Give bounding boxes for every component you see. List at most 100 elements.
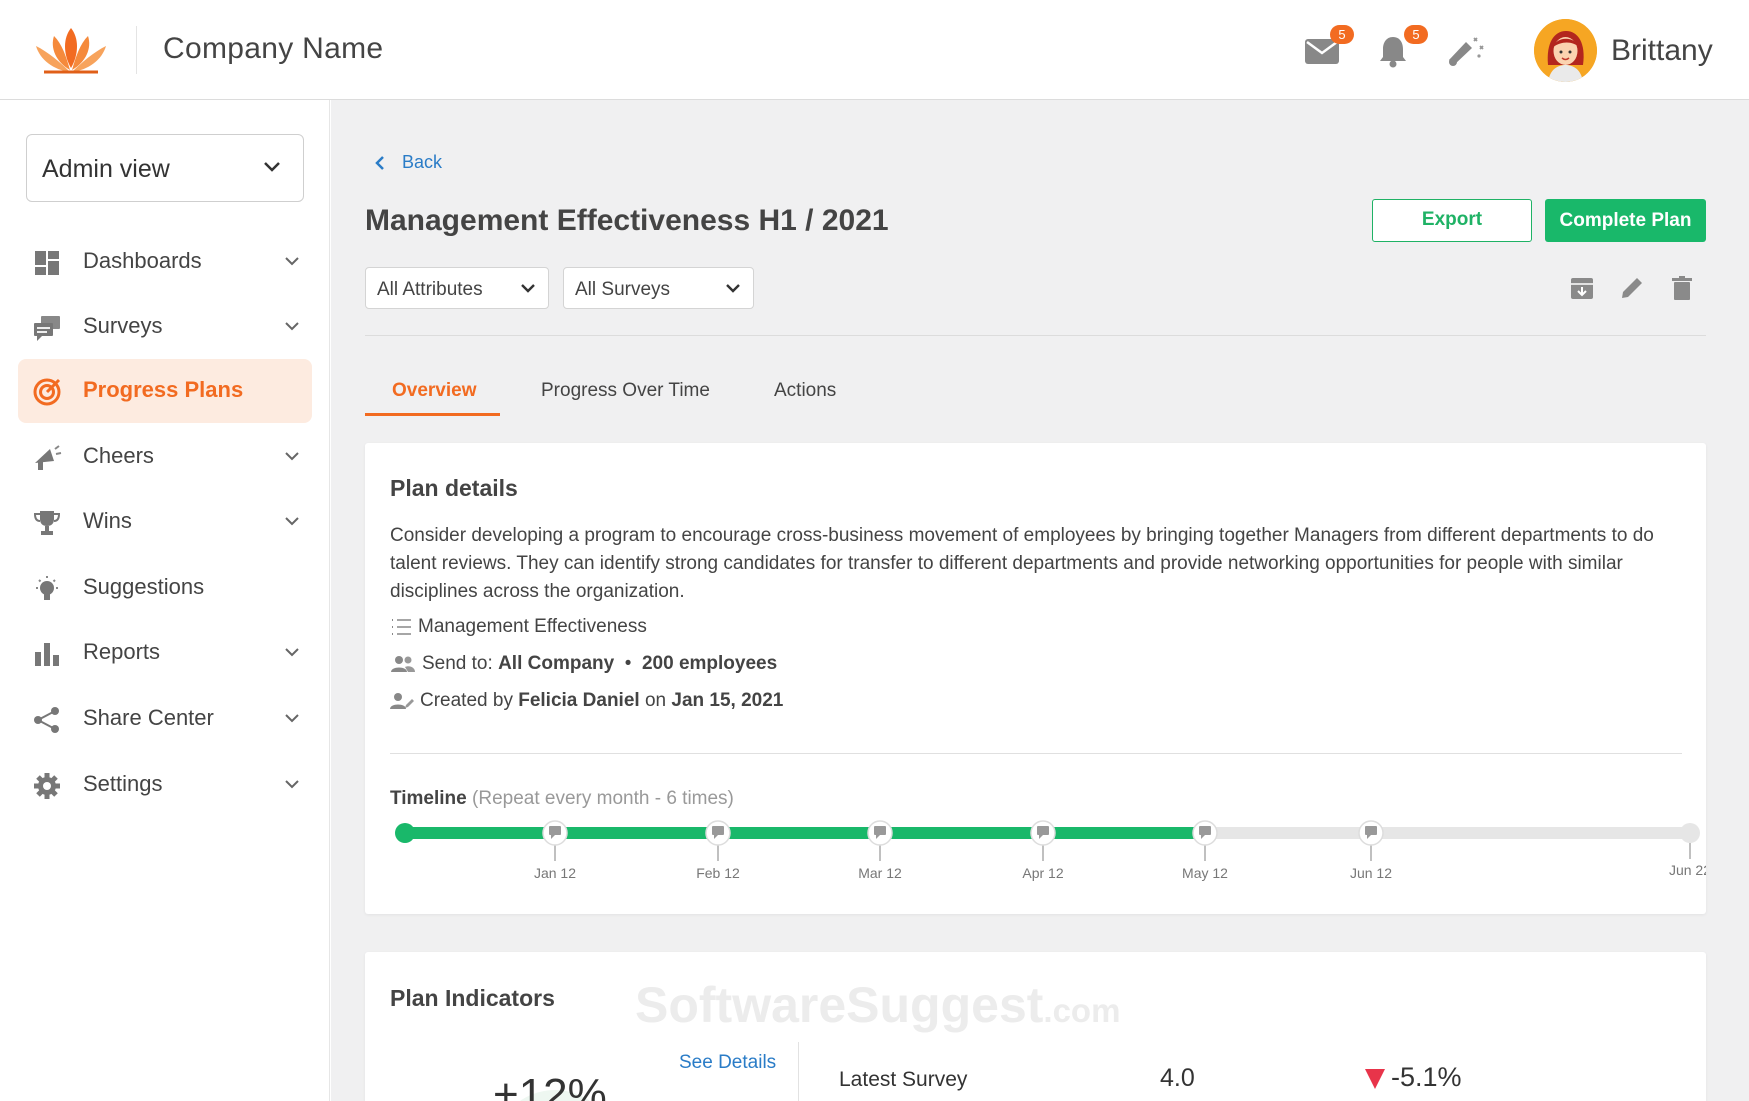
sidebar-item-suggestions[interactable]: Suggestions <box>18 556 312 620</box>
user-name[interactable]: Brittany <box>1611 34 1713 68</box>
send-to-label: Send to: <box>422 653 493 674</box>
people-icon <box>391 655 415 672</box>
chevron-down-icon <box>285 517 299 526</box>
user-avatar[interactable] <box>1534 19 1597 82</box>
survey-icon <box>34 316 60 341</box>
bell-icon <box>1380 37 1406 68</box>
survey-chat-icon <box>549 826 561 835</box>
employee-count: 200 employees <box>641 653 778 674</box>
back-label: Back <box>402 152 443 172</box>
attributes-filter[interactable]: All Attributes <box>365 267 549 309</box>
sidebar-item-settings[interactable]: Settings <box>18 753 312 817</box>
separator-bullet: • <box>624 653 632 674</box>
edit-icon[interactable] <box>1618 274 1646 302</box>
mail-button[interactable]: 5 <box>1304 25 1354 70</box>
plan-category: Management Effectiveness <box>390 616 647 638</box>
created-date: Jan 15, 2021 <box>671 690 784 711</box>
survey-chat-icon <box>1037 826 1049 835</box>
plan-indicators-card: Plan Indicators SoftwareSuggest.com +12%… <box>365 952 1706 1101</box>
plan-description: Consider developing a program to encoura… <box>390 525 1654 602</box>
header-divider-line <box>365 335 1706 336</box>
notifications-button[interactable]: 5 <box>1378 25 1428 70</box>
sidebar-item-label: Dashboards <box>83 248 202 273</box>
timeline-date-label: Jun 12 <box>1350 865 1392 881</box>
top-bar: Company Name 5 5 Brittany <box>0 0 1749 100</box>
sidebar-item-reports[interactable]: Reports <box>18 621 312 685</box>
category-value: Management Effectiveness <box>418 616 647 637</box>
score-delta-value: -5.1% <box>1391 1062 1462 1092</box>
timeline-date-label: Feb 12 <box>696 865 740 881</box>
surveys-filter[interactable]: All Surveys <box>563 267 754 309</box>
plan-details-card: Plan details Consider developing a progr… <box>365 443 1706 914</box>
sidebar-item-label: Reports <box>83 639 161 664</box>
plan-indicators-heading: Plan Indicators <box>390 985 555 1011</box>
avatar-icon <box>1534 19 1597 82</box>
sidebar-item-label: Surveys <box>83 313 163 338</box>
lotus-logo-icon[interactable] <box>30 24 112 76</box>
user-edit-icon <box>390 692 414 709</box>
timeline-start-dot <box>395 823 415 843</box>
sidebar-item-progress-plans[interactable]: Progress Plans <box>18 359 312 423</box>
timeline-end-label: Jun 22 <box>1669 862 1706 878</box>
sidebar-item-label: Settings <box>83 771 163 796</box>
cheers-button[interactable] <box>1446 30 1490 70</box>
plan-details-heading: Plan details <box>390 475 518 501</box>
watermark-main: SoftwareSuggest <box>635 977 1044 1033</box>
lightbulb-icon <box>36 576 58 600</box>
sidebar-item-label: Wins <box>83 508 132 533</box>
sidebar-item-surveys[interactable]: Surveys <box>18 295 312 359</box>
list-icon <box>392 618 411 635</box>
complete-plan-button[interactable]: Complete Plan <box>1545 199 1706 242</box>
chevron-down-icon <box>285 322 299 331</box>
sidebar-item-dashboards[interactable]: Dashboards <box>18 230 312 294</box>
chevron-down-icon <box>285 714 299 723</box>
chevron-down-icon <box>726 284 740 293</box>
tab-overview[interactable]: Overview <box>392 380 477 402</box>
trash-icon[interactable] <box>1668 274 1696 302</box>
export-button[interactable]: Export <box>1372 199 1532 242</box>
chevron-down-icon <box>264 162 280 172</box>
dashboard-icon <box>35 251 59 275</box>
sidebar-item-share-center[interactable]: Share Center <box>18 687 312 751</box>
target-icon <box>33 378 61 406</box>
plan-recipients: Send to: All Company • 200 employees <box>390 653 777 675</box>
see-details-link[interactable]: See Details <box>679 1052 776 1074</box>
page-title: Management Effectiveness H1 / 2021 <box>365 204 889 237</box>
sidebar-item-cheers[interactable]: Cheers <box>18 425 312 489</box>
tab-actions[interactable]: Actions <box>774 380 836 402</box>
timeline-date-label: Mar 12 <box>858 865 902 881</box>
sidebar-item-label: Cheers <box>83 443 154 468</box>
tab-progress-over-time[interactable]: Progress Over Time <box>541 380 710 402</box>
view-selector-label: Admin view <box>42 155 170 183</box>
down-triangle-icon <box>1365 1068 1385 1089</box>
header-divider <box>136 26 137 74</box>
chevron-left-icon <box>375 156 384 170</box>
attributes-filter-value: All Attributes <box>377 279 483 300</box>
megaphone-icon <box>35 445 62 470</box>
chevron-down-icon <box>285 780 299 789</box>
active-tab-indicator <box>365 413 500 416</box>
created-by-label: Created by <box>420 690 513 711</box>
latest-survey-label: Latest Survey <box>839 1068 968 1091</box>
send-to-value: All Company <box>498 653 615 674</box>
sidebar-item-label: Suggestions <box>83 574 205 599</box>
timeline-date-label: Apr 12 <box>1022 865 1063 881</box>
main-content: Back Management Effectiveness H1 / 2021 … <box>331 100 1749 1101</box>
archive-icon[interactable] <box>1568 274 1596 302</box>
survey-chat-icon <box>1365 826 1377 835</box>
company-name: Company Name <box>163 32 384 65</box>
chevron-down-icon <box>285 648 299 657</box>
bar-chart-icon <box>35 643 59 666</box>
share-icon <box>34 707 59 733</box>
view-selector[interactable]: Admin view <box>26 134 304 202</box>
timeline-track: Jan 12 Feb 12 Mar 12 Apr 12 May 12 Jun 12 Jun … <box>395 820 1706 881</box>
sidebar-item-label: Progress Plans <box>83 377 244 402</box>
survey-chat-icon <box>1199 826 1211 835</box>
indicator-change-value: +12% <box>493 1070 607 1101</box>
trophy-icon <box>33 511 61 535</box>
latest-survey-score: 4.0 <box>1160 1064 1195 1092</box>
survey-chat-icon <box>712 826 724 835</box>
creator-name: Felicia Daniel <box>518 690 640 711</box>
gear-icon <box>34 773 60 799</box>
sidebar-item-wins[interactable]: Wins <box>18 490 312 554</box>
